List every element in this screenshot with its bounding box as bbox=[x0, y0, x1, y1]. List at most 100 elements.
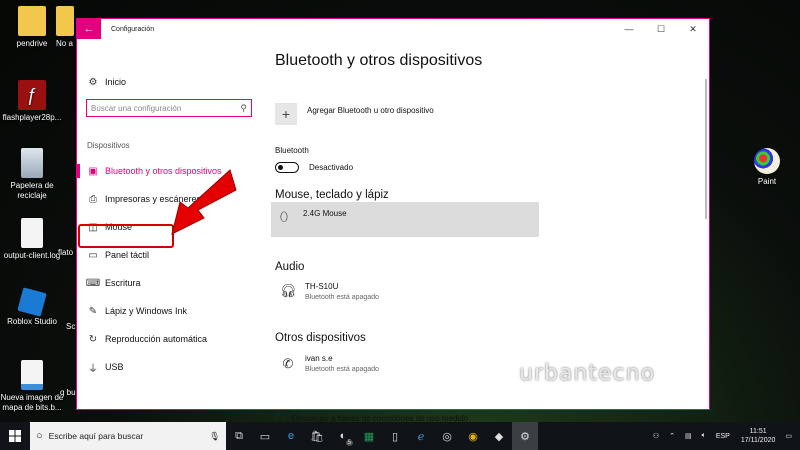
autoplay-icon: ↻ bbox=[88, 333, 98, 345]
ie-icon[interactable]: ℯ bbox=[408, 422, 434, 450]
device-item-mouse[interactable]: ⬯ 2.4G Mouse bbox=[271, 202, 539, 237]
phone-icon: ✆ bbox=[282, 356, 294, 371]
desktop-icon-label: output-client.log bbox=[3, 251, 61, 260]
network-icon[interactable]: ▤ bbox=[685, 432, 692, 440]
taskbar-search-input[interactable]: ○ Escribe aquí para buscar 🎙︎ bbox=[30, 422, 226, 450]
desktop-icon-label: flashplayer28p... bbox=[2, 113, 62, 122]
taskbar-search-placeholder: Escribe aquí para buscar bbox=[48, 431, 144, 441]
desktop-icon-label: Papelera de reciclaje bbox=[10, 181, 54, 200]
sidebar-item-label: Panel táctil bbox=[105, 250, 150, 260]
usb-icon: ⏚ bbox=[88, 363, 98, 375]
touchpad-icon: ▭ bbox=[88, 249, 98, 261]
task-view-icon[interactable]: ⧉ bbox=[226, 422, 252, 450]
device-name: ivan s.e bbox=[305, 354, 333, 363]
sidebar-item-touchpad[interactable]: ▭ Panel táctil bbox=[87, 246, 149, 264]
people-icon[interactable]: ⚇ bbox=[653, 432, 659, 440]
chevron-up-icon[interactable]: ⌃ bbox=[669, 432, 675, 440]
bluetooth-state: Desactivado bbox=[309, 163, 354, 172]
desktop-icon-flato[interactable]: flato bbox=[58, 248, 78, 258]
keyboard-icon: ⌨ bbox=[85, 277, 101, 289]
chrome-icon[interactable]: ◉ bbox=[460, 422, 486, 450]
file-explorer-icon[interactable]: ▯ bbox=[382, 422, 408, 450]
red-arrow-annotation bbox=[171, 169, 237, 235]
desktop-icon-label: pendrive bbox=[16, 39, 48, 48]
desktop-icon-output-log[interactable]: output-client.log bbox=[0, 218, 64, 261]
desktop-icon-paint[interactable]: Paint bbox=[735, 148, 799, 187]
desktop-icon-label: Nueva imagen de mapa de bits.b... bbox=[0, 393, 64, 412]
device-status: Bluetooth está apagado bbox=[305, 366, 379, 373]
bluetooth-toggle[interactable] bbox=[275, 162, 299, 173]
app-cube-icon[interactable]: ◆ bbox=[486, 422, 512, 450]
app-with-badge-icon[interactable]: ◐ 5 bbox=[330, 422, 356, 450]
back-button[interactable]: ← bbox=[77, 19, 101, 39]
system-tray: ⚇ ⌃ ▤ 🔈︎ ESP 11:51 17/11/2020 ▭ bbox=[648, 427, 800, 445]
file-icon bbox=[21, 218, 43, 248]
clock[interactable]: 11:51 17/11/2020 bbox=[741, 427, 776, 445]
usb-drive-icon bbox=[18, 6, 46, 36]
volume-icon[interactable]: 🔈︎ bbox=[702, 432, 706, 440]
search-icon: ○ bbox=[36, 430, 43, 442]
notification-icon[interactable]: ▭ bbox=[785, 432, 792, 440]
sidebar-item-usb[interactable]: ⏚ USB bbox=[87, 358, 124, 376]
headset-icon: 🎧︎ bbox=[279, 283, 297, 298]
badge-count: 5 bbox=[345, 440, 353, 446]
printer-icon: ⎙ bbox=[89, 193, 97, 205]
store-icon[interactable]: 🛍︎ bbox=[304, 422, 330, 450]
maximize-button[interactable]: ☐ bbox=[645, 19, 677, 39]
image-icon bbox=[21, 360, 43, 390]
desktop-icon-no-a[interactable]: No a bbox=[56, 6, 76, 49]
add-device-button[interactable]: + bbox=[275, 103, 297, 125]
bluetooth-device-icon: ▣ bbox=[88, 165, 98, 177]
desktop-icon-roblox[interactable]: Roblox Studio bbox=[0, 287, 64, 327]
paint-icon bbox=[754, 148, 780, 174]
nav-home[interactable]: ⚙ Inicio bbox=[87, 73, 127, 91]
plus-icon: + bbox=[281, 106, 291, 122]
obs-icon[interactable]: ◎ bbox=[434, 422, 460, 450]
settings-taskbar-icon[interactable]: ⚙ bbox=[512, 422, 538, 450]
desktop-icon-recycle-bin[interactable]: Papelera de reciclaje bbox=[0, 148, 64, 201]
gear-icon: ⚙ bbox=[88, 76, 98, 88]
arrow-left-icon: ← bbox=[83, 23, 95, 35]
sidebar-item-label: Escritura bbox=[105, 278, 141, 288]
edge-icon[interactable]: e bbox=[278, 422, 304, 450]
media-player-icon[interactable]: ▭ bbox=[252, 422, 278, 450]
minimize-button[interactable]: — bbox=[613, 19, 645, 39]
desktop-icon-label: Paint bbox=[757, 177, 777, 186]
folder-icon bbox=[56, 6, 74, 36]
device-item-other[interactable]: ivan s.e Bluetooth está apagado bbox=[305, 354, 379, 373]
window-title: Configuración bbox=[111, 25, 155, 33]
language-indicator[interactable]: ESP bbox=[716, 433, 730, 440]
sidebar-item-pen[interactable]: ✎ Lápiz y Windows Ink bbox=[87, 302, 187, 320]
excel-icon[interactable]: ▦ bbox=[356, 422, 382, 450]
recycle-bin-icon bbox=[21, 148, 43, 178]
active-indicator bbox=[77, 164, 80, 178]
settings-content: Bluetooth y otros dispositivos + Agregar… bbox=[271, 39, 709, 423]
section-label: Dispositivos bbox=[87, 141, 130, 150]
bluetooth-label: Bluetooth bbox=[275, 146, 309, 155]
pen-icon: ✎ bbox=[88, 305, 98, 317]
microphone-icon[interactable]: 🎙︎ bbox=[209, 431, 220, 442]
settings-search-input[interactable]: Buscar una configuración ⚲ bbox=[86, 99, 252, 117]
sidebar-item-autoplay[interactable]: ↻ Reproducción automática bbox=[87, 330, 207, 348]
desktop-icon-label: flato bbox=[58, 248, 74, 257]
mouse-section-title: Mouse, teclado y lápiz bbox=[275, 189, 389, 201]
roblox-icon bbox=[17, 287, 47, 317]
search-placeholder: Buscar una configuración bbox=[91, 103, 182, 113]
scrollbar[interactable] bbox=[705, 79, 707, 219]
search-icon: ⚲ bbox=[240, 102, 247, 113]
taskbar: ○ Escribe aquí para buscar 🎙︎ ⧉ ▭ e 🛍︎ ◐… bbox=[0, 422, 800, 450]
sidebar-item-typing[interactable]: ⌨ Escritura bbox=[85, 274, 141, 292]
title-bar: ← Configuración — ☐ ✕ bbox=[77, 19, 709, 39]
close-button[interactable]: ✕ bbox=[677, 19, 709, 39]
device-name: TH-S10U bbox=[305, 282, 339, 291]
clock-time: 11:51 bbox=[749, 428, 767, 435]
device-status: Bluetooth está apagado bbox=[305, 294, 379, 301]
desktop-icon-flashplayer[interactable]: ƒ flashplayer28p... bbox=[0, 80, 64, 123]
audio-section-title: Audio bbox=[275, 261, 305, 273]
mouse-icon: ⬯ bbox=[279, 209, 289, 224]
desktop-icon-pendrive[interactable]: pendrive bbox=[0, 6, 64, 49]
device-item-audio[interactable]: TH-S10U Bluetooth está apagado bbox=[305, 282, 379, 301]
desktop-icon-bitmap[interactable]: Nueva imagen de mapa de bits.b... bbox=[0, 360, 64, 413]
add-device-label[interactable]: Agregar Bluetooth u otro dispositivo bbox=[307, 106, 434, 115]
start-button[interactable] bbox=[0, 422, 30, 450]
